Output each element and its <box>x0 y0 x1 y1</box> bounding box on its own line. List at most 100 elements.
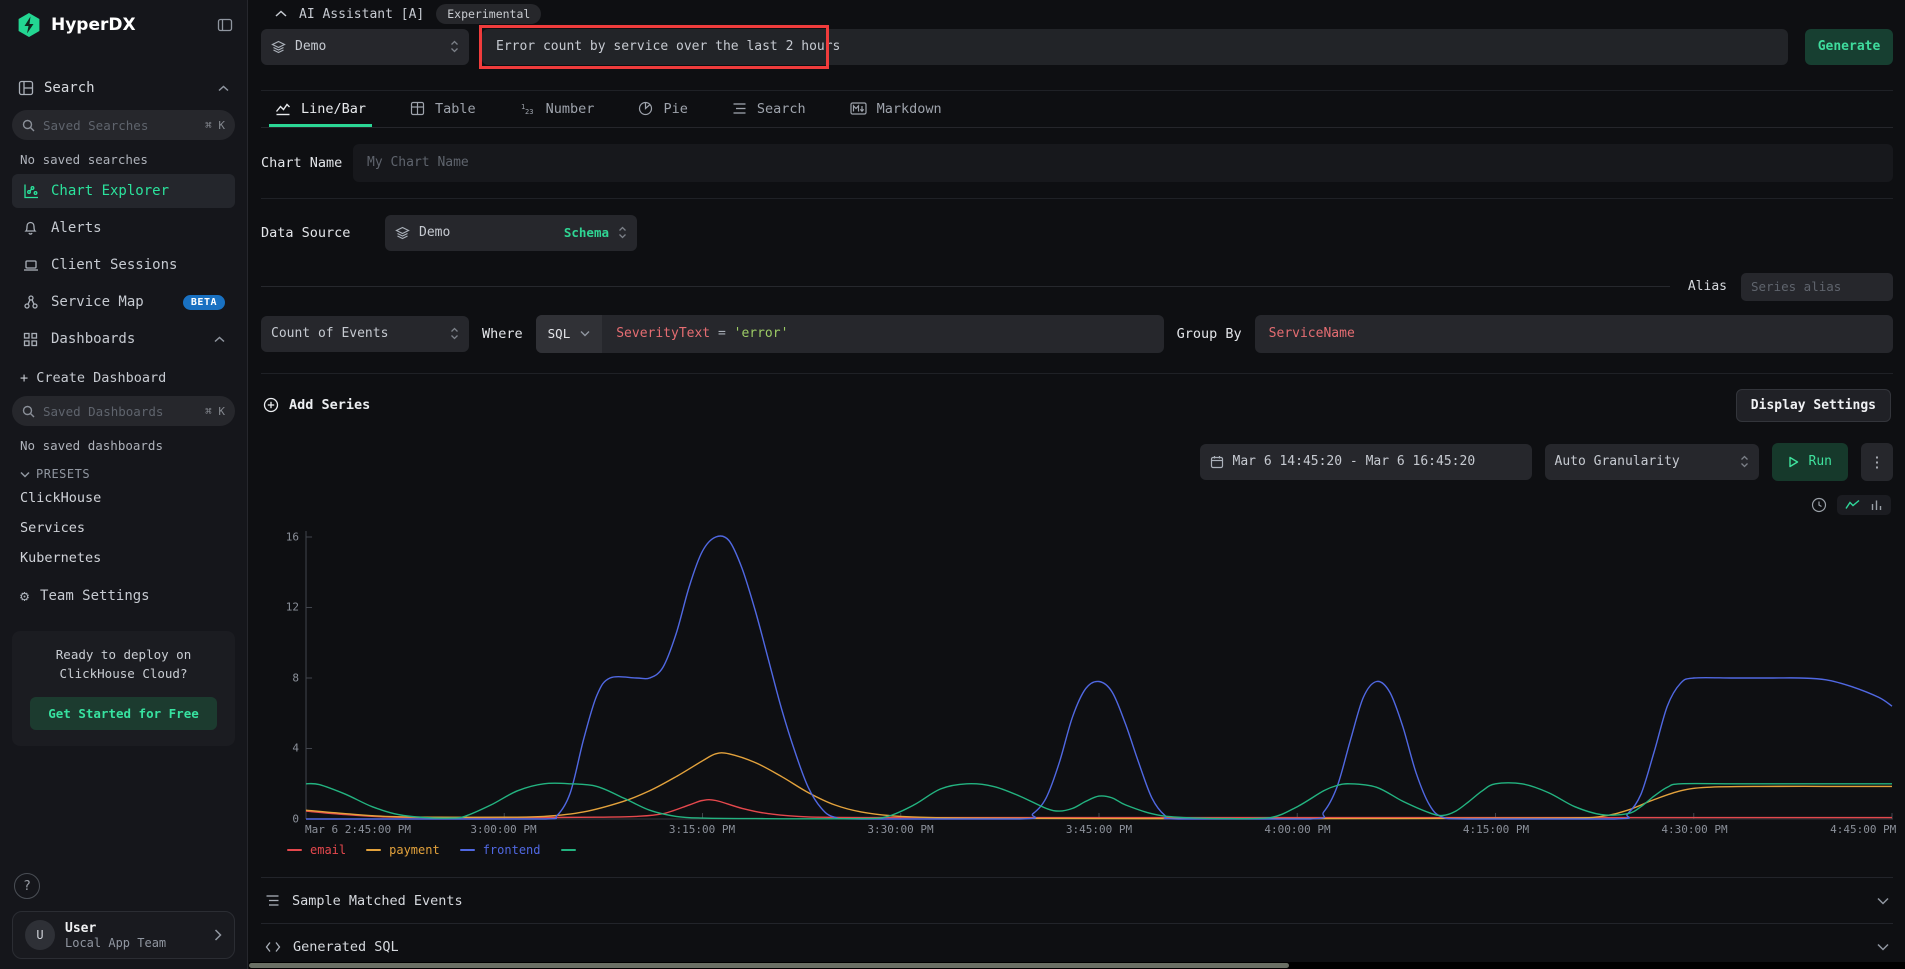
bar-chart-toggle-icon[interactable] <box>1870 499 1883 511</box>
chevron-down-icon <box>580 330 590 337</box>
number-icon: 123 <box>520 102 536 116</box>
clock-icon[interactable] <box>1811 497 1827 513</box>
help-icon[interactable]: ? <box>14 873 40 899</box>
add-series-button[interactable]: Add Series <box>263 397 370 413</box>
service-map-icon <box>22 294 39 310</box>
presets-label: PRESETS <box>36 467 90 481</box>
create-dashboard-button[interactable]: + Create Dashboard <box>12 356 235 390</box>
line-chart-toggle-icon[interactable] <box>1845 499 1860 511</box>
get-started-button[interactable]: Get Started for Free <box>30 697 217 730</box>
sidebar: HyperDX Search Saved Searches ⌘ K No sav… <box>0 0 248 969</box>
search-icon <box>22 405 35 418</box>
legend-item[interactable]: frontend <box>460 843 541 857</box>
sidebar-item-dashboards[interactable]: Dashboards <box>12 322 235 356</box>
schema-link[interactable]: Schema <box>564 225 609 240</box>
sql-mode-select[interactable]: SQL <box>536 315 603 353</box>
chevron-down-icon <box>20 471 30 478</box>
scrollbar-thumb[interactable] <box>249 963 1289 968</box>
tab-line-bar[interactable]: Line/Bar <box>275 91 366 127</box>
presets-header[interactable]: PRESETS <box>12 457 235 483</box>
legend-item[interactable] <box>561 849 576 851</box>
y-tick-label: 0 <box>292 812 299 825</box>
tab-pie[interactable]: Pie <box>638 91 687 127</box>
search-icon <box>22 119 35 132</box>
tab-markdown[interactable]: Markdown <box>850 91 942 127</box>
tab-number[interactable]: 123 Number <box>520 91 595 127</box>
horizontal-scrollbar[interactable] <box>249 962 1905 969</box>
data-source-row: Data Source Demo Schema <box>261 199 1893 267</box>
preset-kubernetes[interactable]: Kubernetes <box>12 543 235 573</box>
tab-table[interactable]: Table <box>410 91 476 127</box>
preset-clickhouse[interactable]: ClickHouse <box>12 483 235 513</box>
x-tick-label: 3:15:00 PM <box>669 823 735 836</box>
chart-name-label: Chart Name <box>261 155 353 171</box>
saved-dashboards-input[interactable]: Saved Dashboards ⌘ K <box>12 396 235 426</box>
sidebar-item-service-map[interactable]: Service Map BETA <box>12 285 235 319</box>
y-tick-label: 16 <box>286 530 299 543</box>
collapse-sidebar-icon[interactable] <box>217 17 233 33</box>
sidebar-item-alerts[interactable]: Alerts <box>12 211 235 245</box>
sidebar-item-chart-explorer[interactable]: Chart Explorer <box>12 174 235 208</box>
display-settings-button[interactable]: Display Settings <box>1736 389 1891 422</box>
more-options-button[interactable]: ⋮ <box>1861 443 1893 481</box>
data-source-select[interactable]: Demo Schema <box>385 215 637 251</box>
avatar: U <box>25 920 55 950</box>
chevron-up-icon[interactable] <box>218 85 229 92</box>
granularity-select[interactable]: Auto Granularity <box>1545 444 1759 480</box>
gear-icon: ⚙ <box>20 587 29 605</box>
y-tick-label: 8 <box>292 671 299 684</box>
y-tick-label: 4 <box>292 742 299 755</box>
alias-input[interactable] <box>1741 273 1893 301</box>
legend-item[interactable]: payment <box>366 843 440 857</box>
legend-dash-icon <box>287 849 302 851</box>
logo-row: HyperDX <box>12 10 235 38</box>
sidebar-item-label: Alerts <box>51 220 102 236</box>
group-by-input[interactable]: ServiceName <box>1255 315 1893 353</box>
experimental-badge: Experimental <box>436 4 541 24</box>
group-by-value: ServiceName <box>1269 326 1355 341</box>
chart-legend: email payment frontend <box>287 843 1893 857</box>
list-indent-icon <box>265 894 280 907</box>
sidebar-group-search[interactable]: Search <box>12 72 235 104</box>
preset-services[interactable]: Services <box>12 513 235 543</box>
chevron-up-icon[interactable] <box>214 336 225 343</box>
updown-chevrons-icon <box>450 327 459 340</box>
tab-label: Table <box>435 101 476 117</box>
data-source-label: Data Source <box>261 225 353 241</box>
aggregation-select[interactable]: Count of Events <box>261 316 469 352</box>
granularity-value: Auto Granularity <box>1555 454 1680 469</box>
tab-label: Search <box>757 101 806 117</box>
updown-chevrons-icon <box>1740 455 1749 468</box>
where-input[interactable]: SQL SeverityText = 'error' <box>536 315 1164 353</box>
user-menu[interactable]: U User Local App Team <box>12 911 235 959</box>
plus-circle-icon <box>263 397 279 413</box>
tab-search[interactable]: Search <box>732 91 806 127</box>
sidebar-item-label: Client Sessions <box>51 257 177 273</box>
tab-label: Pie <box>663 101 687 117</box>
saved-searches-input[interactable]: Saved Searches ⌘ K <box>12 110 235 140</box>
chart-type-tabs: Line/Bar Table 123 Number Pie Search Mar… <box>261 91 1893 128</box>
ai-prompt-row: Demo Generate <box>261 29 1893 91</box>
ai-prompt-input[interactable] <box>482 29 1788 65</box>
time-range-input[interactable]: Mar 6 14:45:20 - Mar 6 16:45:20 <box>1200 444 1532 480</box>
generate-button[interactable]: Generate <box>1805 29 1893 65</box>
line-chart-icon <box>275 102 291 116</box>
tab-label: Line/Bar <box>301 101 366 117</box>
source-select[interactable]: Demo <box>261 29 469 65</box>
run-button[interactable]: Run <box>1772 443 1848 481</box>
chevron-up-icon[interactable] <box>275 10 287 18</box>
clickhouse-cloud-promo: Ready to deploy on ClickHouse Cloud? Get… <box>12 631 235 746</box>
sidebar-item-label: Chart Explorer <box>51 183 169 199</box>
section-sample-matched-events[interactable]: Sample Matched Events <box>261 877 1893 923</box>
alias-row: Alias <box>261 273 1893 301</box>
plot-area[interactable] <box>305 529 1893 821</box>
svg-text:23: 23 <box>525 108 533 116</box>
x-tick-label: 3:45:00 PM <box>1066 823 1132 836</box>
pie-icon <box>638 101 653 116</box>
legend-item[interactable]: email <box>287 843 346 857</box>
sidebar-item-client-sessions[interactable]: Client Sessions <box>12 248 235 282</box>
chart-name-input[interactable] <box>353 144 1893 182</box>
where-operator: = <box>718 326 726 341</box>
data-source-value: Demo <box>419 225 450 240</box>
sidebar-item-team-settings[interactable]: ⚙ Team Settings <box>12 577 235 615</box>
